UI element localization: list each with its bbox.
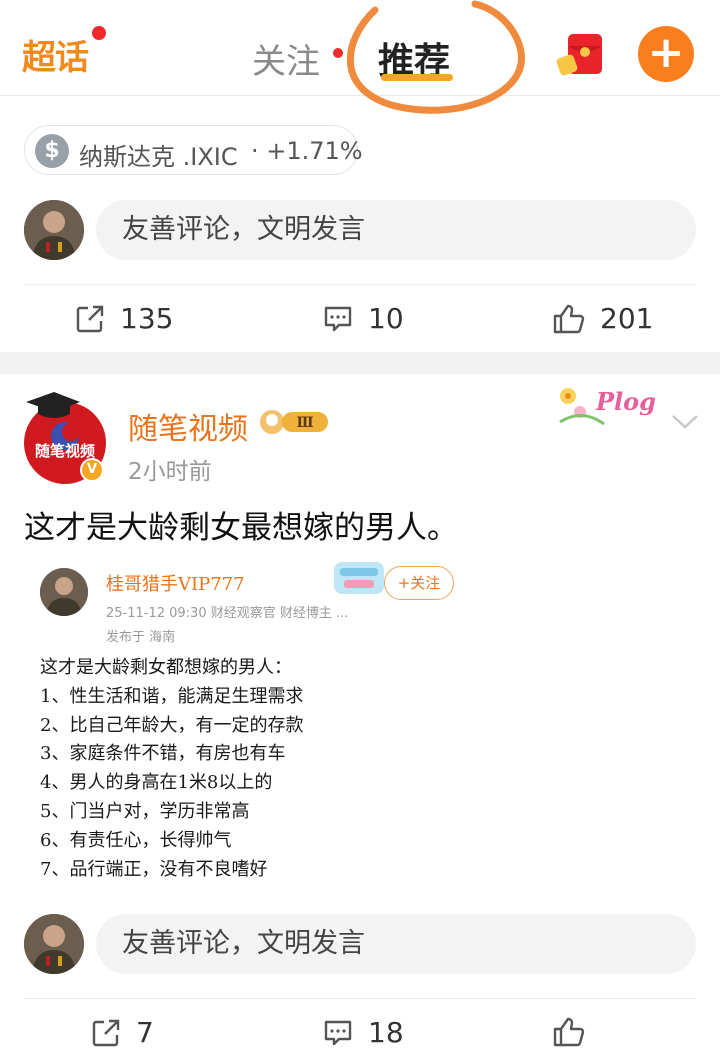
red-packet-icon[interactable] <box>556 30 608 78</box>
embed-line: 这才是大龄剩女都想嫁的男人： <box>40 657 292 678</box>
embed-line: 6、有责任心，长得帅气 <box>40 829 232 851</box>
dollar-icon: $ <box>35 134 69 168</box>
thumbs-up-icon <box>553 1017 585 1047</box>
stock-change: · +1.71% <box>251 137 363 165</box>
post-time: 2小时前 <box>128 459 212 485</box>
plog-text: Plog <box>595 387 656 416</box>
embed-line: 3、家庭条件不错，有房也有车 <box>40 743 286 765</box>
embed-location: 发布于 海南 <box>106 630 176 645</box>
level-badge-icon: Ⅲ <box>260 410 328 434</box>
tab-following[interactable]: 关注 <box>252 34 320 83</box>
embed-line: 2、比自己年龄大，有一定的存款 <box>40 714 304 736</box>
embed-meta: 25-11-12 09:30 财经观察官 财经博主 ... <box>106 606 349 621</box>
like-button[interactable]: 201 <box>552 302 653 335</box>
stock-chip[interactable]: $ 纳斯达克 .IXIC · +1.71% <box>24 125 363 175</box>
chevron-down-icon[interactable] <box>670 412 700 432</box>
share-icon <box>76 305 104 332</box>
embed-badge-icon <box>334 562 384 594</box>
embed-text: 这才是大龄剩女都想嫁的男人： 1、性生活和谐，能满足生理需求 2、比自己年龄大，… <box>40 654 470 884</box>
divider <box>24 998 696 999</box>
graduation-cap-icon <box>26 392 80 418</box>
embed-follow-button: +关注 <box>384 566 454 600</box>
comment-input[interactable]: 友善评论，文明发言 <box>96 914 696 974</box>
my-avatar[interactable] <box>24 914 84 974</box>
post-text: 这才是大龄剩女最想嫁的男人。 <box>24 510 458 546</box>
embed-line: 4、男人的身高在1米8以上的 <box>40 772 273 794</box>
handdrawn-circle-annotation <box>346 0 525 114</box>
verified-badge-icon: V <box>80 458 104 482</box>
like-count: 201 <box>600 302 654 335</box>
share-icon <box>92 1019 120 1046</box>
embed-avatar <box>40 568 88 616</box>
comment-icon <box>324 1020 352 1045</box>
embed-line: 1、性生活和谐，能满足生理需求 <box>40 685 304 707</box>
compose-plus-button[interactable]: + <box>638 26 694 82</box>
comment-count: 18 <box>368 1016 404 1049</box>
embedded-screenshot[interactable]: 桂哥猎手VIP777 25-11-12 09:30 财经观察官 财经博主 ...… <box>24 556 476 890</box>
plog-sticker: Plog <box>559 387 656 426</box>
feed-gap <box>0 352 720 374</box>
like-button[interactable] <box>552 1016 600 1048</box>
embed-line: 7、品行端正，没有不良嗜好 <box>40 858 268 880</box>
comment-input[interactable]: 友善评论，文明发言 <box>96 200 696 260</box>
share-count: 135 <box>120 302 174 335</box>
supertopic-logo[interactable]: 超话 <box>22 30 89 79</box>
share-button[interactable]: 7 <box>90 1016 154 1049</box>
author-name[interactable]: 随笔视频 <box>128 404 248 448</box>
thumbs-up-icon <box>553 304 585 333</box>
comment-button[interactable]: 18 <box>322 1016 404 1049</box>
divider <box>24 284 696 285</box>
my-avatar[interactable] <box>24 200 84 260</box>
share-count: 7 <box>136 1016 154 1049</box>
notification-dot <box>92 26 106 40</box>
top-bar: 超话 关注 推荐 + <box>0 0 720 114</box>
comment-count: 10 <box>368 302 404 335</box>
comment-button[interactable]: 10 <box>322 302 404 335</box>
comment-icon <box>324 306 352 331</box>
share-button[interactable]: 135 <box>74 302 173 335</box>
stock-name: 纳斯达克 .IXIC <box>79 143 238 171</box>
embed-author: 桂哥猎手VIP777 <box>106 574 245 595</box>
level-text: Ⅲ <box>296 415 313 431</box>
embed-line: 5、门当户对，学历非常高 <box>40 800 250 822</box>
